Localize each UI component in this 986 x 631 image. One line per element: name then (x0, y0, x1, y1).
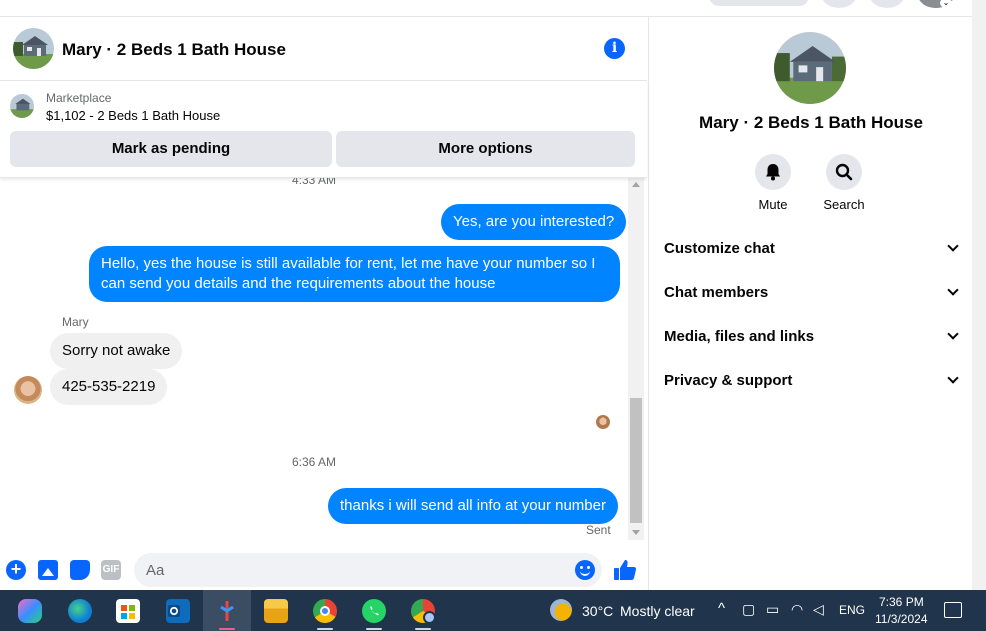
weather-moon-icon[interactable] (550, 599, 572, 621)
marketplace-bar: Marketplace $1,102 - 2 Beds 1 Bath House… (0, 81, 647, 178)
phone-icon (370, 606, 379, 616)
chevron-down-icon (947, 372, 959, 384)
profile-badge-icon (423, 611, 436, 624)
chevron-down-icon (947, 240, 959, 252)
gif-icon[interactable]: GIF (101, 560, 121, 580)
panel-avatar[interactable] (774, 32, 846, 104)
volume-icon[interactable]: ◁ (813, 601, 824, 618)
language-indicator[interactable]: ENG (839, 603, 865, 617)
messenger-window: ⌄ Mary · 2 Beds 1 Bath House i Marketpla… (0, 0, 986, 631)
bell-icon (766, 164, 780, 181)
section-chat-members[interactable]: Chat members (664, 281, 959, 305)
section-customize-chat[interactable]: Customize chat (664, 237, 959, 261)
running-app-indicator (366, 628, 382, 630)
scroll-thumb[interactable] (630, 398, 642, 523)
outlook-o-icon (168, 605, 180, 617)
clock-date[interactable]: 11/3/2024 (875, 612, 928, 626)
plus-icon[interactable]: + (6, 560, 26, 580)
chrome-profile-icon[interactable] (411, 599, 436, 624)
weather-description[interactable]: Mostly clear (620, 603, 695, 619)
file-explorer-icon[interactable] (264, 599, 288, 623)
messenger-button[interactable] (869, 0, 905, 8)
chevron-down-icon: ⌄ (940, 0, 952, 8)
chevron-down-icon (947, 328, 959, 340)
message-scrollbar[interactable] (628, 178, 644, 540)
chat-avatar[interactable] (13, 28, 54, 69)
windows-taskbar: 30°C Mostly clear ^ ▢ ▭ ◠ ◁ ENG 7:36 PM … (0, 590, 986, 631)
outlook-icon[interactable] (166, 599, 190, 623)
sent-status: Sent (586, 523, 611, 537)
info-icon[interactable]: i (604, 38, 625, 59)
image-icon[interactable] (38, 560, 58, 580)
conversation-details-panel: Mary · 2 Beds 1 Bath House Mute Search C… (648, 17, 972, 590)
page-scrollbar[interactable] (972, 0, 986, 590)
read-receipt-avatar (596, 415, 610, 429)
scroll-up-arrow-icon[interactable] (632, 182, 640, 187)
whatsapp-icon[interactable] (362, 599, 386, 623)
mute-label: Mute (758, 197, 788, 212)
app-icon[interactable] (215, 599, 239, 623)
sender-avatar[interactable] (14, 376, 42, 404)
message-bubble-outgoing[interactable]: Hello, yes the house is still available … (89, 246, 620, 302)
meet-icon[interactable]: ▢ (742, 601, 755, 618)
listing-thumbnail[interactable] (10, 94, 34, 118)
message-bubble-incoming[interactable]: 425-535-2219 (50, 369, 168, 405)
mute-button-circle (755, 154, 791, 190)
more-options-button[interactable]: More options (336, 131, 635, 167)
copilot-icon[interactable] (18, 599, 42, 623)
chrome-icon[interactable] (313, 599, 337, 623)
message-bubble-outgoing[interactable]: thanks i will send all info at your numb… (328, 488, 618, 524)
timestamp: 6:36 AM (291, 455, 337, 469)
marketplace-label: Marketplace (46, 91, 112, 105)
notification-icon[interactable] (944, 602, 962, 618)
section-label: Chat members (664, 284, 769, 301)
section-privacy-support[interactable]: Privacy & support (664, 369, 959, 393)
top-search-pill[interactable] (709, 0, 809, 6)
top-bar: ⌄ (0, 0, 972, 17)
chevron-up-icon[interactable]: ^ (718, 600, 725, 617)
composer: + GIF (0, 548, 647, 590)
menu-button[interactable] (821, 0, 857, 8)
running-app-indicator (415, 628, 431, 630)
store-grid-icon (121, 605, 135, 619)
message-list: 4:33 AM Yes, are you interested? Hello, … (0, 178, 628, 540)
active-app-indicator (219, 628, 235, 630)
panel-title: Mary · 2 Beds 1 Bath House (699, 113, 923, 132)
emoji-icon[interactable] (575, 560, 595, 580)
listing-title[interactable]: $1,102 - 2 Beds 1 Bath House (46, 108, 220, 123)
store-icon[interactable] (116, 599, 140, 623)
chevron-down-icon (947, 284, 959, 296)
message-bubble-incoming[interactable]: Sorry not awake (50, 333, 183, 369)
chat-title: Mary · 2 Beds 1 Bath House (62, 40, 286, 59)
battery-icon[interactable]: ▭ (766, 601, 779, 618)
thumbs-up-icon[interactable] (613, 558, 637, 582)
search-button-circle (826, 154, 862, 190)
section-label: Media, files and links (664, 328, 815, 345)
running-app-indicator (317, 628, 333, 630)
section-label: Customize chat (664, 240, 775, 257)
house-photo-icon (774, 32, 846, 104)
house-photo-icon (10, 94, 34, 118)
message-input[interactable] (134, 553, 602, 587)
clock-time[interactable]: 7:36 PM (879, 595, 924, 609)
house-photo-icon (13, 28, 54, 69)
wifi-icon[interactable]: ◠ (791, 601, 803, 618)
edge-icon[interactable] (68, 599, 92, 623)
section-media-files-links[interactable]: Media, files and links (664, 325, 959, 349)
search-button[interactable]: Search (814, 154, 874, 212)
mute-button[interactable]: Mute (743, 154, 803, 212)
pinned-app-icon (220, 601, 234, 621)
scroll-down-arrow-icon[interactable] (632, 530, 640, 535)
sender-name: Mary (62, 315, 89, 329)
search-label: Search (823, 197, 865, 212)
chrome-center-icon (320, 606, 330, 616)
chat-header: Mary · 2 Beds 1 Bath House i (0, 17, 647, 81)
section-label: Privacy & support (664, 372, 793, 389)
sticker-icon[interactable] (70, 560, 90, 580)
timestamp: 4:33 AM (291, 178, 337, 187)
message-bubble-outgoing[interactable]: Yes, are you interested? (441, 204, 627, 240)
weather-temperature[interactable]: 30°C (582, 603, 613, 619)
search-icon (835, 163, 853, 181)
mark-as-pending-button[interactable]: Mark as pending (10, 131, 332, 167)
